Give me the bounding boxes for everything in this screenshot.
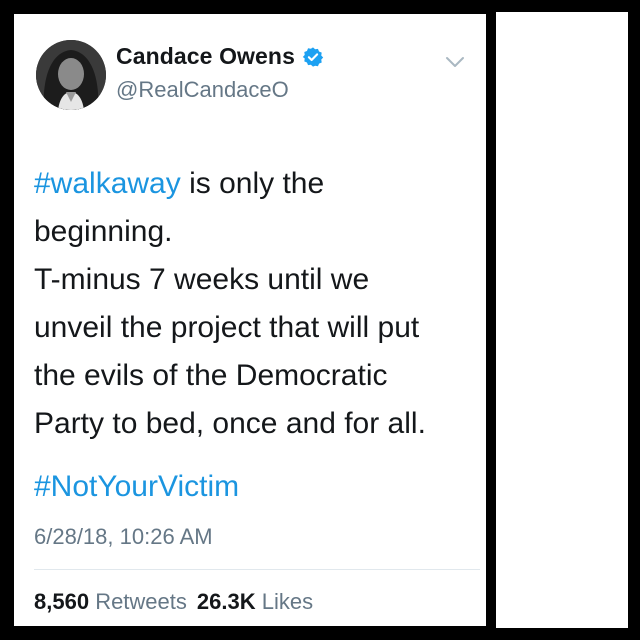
avatar-photo <box>36 40 106 110</box>
tweet-text-line: unveil the project that will put <box>34 311 420 344</box>
verified-badge-icon <box>302 46 324 68</box>
tweet-text-line: #walkaway is only the <box>34 160 474 208</box>
display-name[interactable]: Candace Owens <box>116 43 295 70</box>
tweet-timestamp[interactable]: 6/28/18, 10:26 AM <box>34 524 213 550</box>
tweet-text-line: the evils of the Democratic <box>34 359 388 392</box>
likes-link[interactable]: 26.3K Likes <box>197 589 313 614</box>
likes-count: 26.3K <box>196 589 256 614</box>
divider <box>34 569 480 570</box>
author-name-row: Candace Owens <box>116 43 324 70</box>
author-handle[interactable]: @RealCandaceO <box>116 77 289 103</box>
retweets-link[interactable]: 8,560 Retweets <box>34 589 187 614</box>
tweet-card: Candace Owens @RealCandaceO #walkaway is… <box>14 14 486 626</box>
avatar[interactable] <box>36 40 106 110</box>
tweet-text: #walkaway is only the beginning. T-minus… <box>34 160 474 448</box>
tweet-text-line: beginning. <box>34 215 173 248</box>
tweet-text-line: T-minus 7 weeks until we <box>34 263 370 296</box>
hashtag-link[interactable]: #walkaway <box>34 167 181 200</box>
hashtag-link[interactable]: #NotYourVictim <box>34 463 239 511</box>
tweet-text-fragment: is only the <box>180 167 325 200</box>
engagement-stats: 8,560 Retweets 26.3K Likes <box>34 589 313 615</box>
blank-panel <box>496 12 628 628</box>
retweets-count: 8,560 <box>34 589 90 614</box>
tweet-text-line: Party to bed, once and for all. <box>34 407 426 440</box>
likes-label: Likes <box>261 589 314 614</box>
retweets-label: Retweets <box>95 589 187 614</box>
chevron-down-icon[interactable] <box>444 54 466 70</box>
